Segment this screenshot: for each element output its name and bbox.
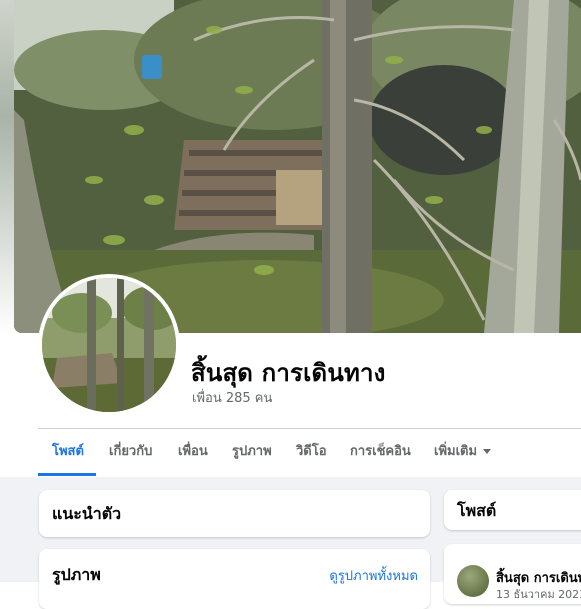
cover-edge — [0, 0, 14, 335]
tab-posts[interactable]: โพสต์ — [52, 429, 84, 476]
intro-title: แนะนำตัว — [52, 504, 122, 523]
avatar-photo — [42, 278, 176, 412]
profile-body: แนะนำตัว รูปภาพ ดูรูปภาพทั้งหมด โพสต์ สิ… — [0, 477, 581, 609]
profile-avatar[interactable] — [42, 278, 176, 412]
tab-photos[interactable]: รูปภาพ — [232, 429, 272, 476]
photos-title: รูปภาพ — [52, 565, 101, 584]
photos-card: รูปภาพ ดูรูปภาพทั้งหมด — [39, 549, 430, 609]
posts-card: โพสต์ — [444, 490, 581, 530]
tab-friends[interactable]: เพื่อน — [178, 429, 208, 476]
tab-about[interactable]: เกี่ยวกับ — [109, 429, 152, 476]
active-tab-indicator — [38, 473, 96, 476]
post-card: สิ้นสุด การเดินทาง 13 ธันวาคม 2023 · ⚙ — [444, 544, 581, 604]
chevron-down-icon — [483, 449, 492, 454]
friends-count[interactable]: เพื่อน 285 คน — [192, 387, 272, 408]
see-all-photos-link[interactable]: ดูรูปภาพทั้งหมด — [329, 565, 418, 586]
tab-more[interactable]: เพิ่มเติม — [434, 429, 492, 476]
posts-title: โพสต์ — [457, 501, 497, 520]
post-date[interactable]: 13 ธันวาคม 2023 · ⚙ — [496, 585, 581, 603]
tab-checkins[interactable]: การเช็คอิน — [350, 429, 411, 476]
post-author-avatar[interactable] — [457, 565, 489, 597]
profile-tabs: โพสต์ เกี่ยวกับ เพื่อน รูปภาพ วิดีโอ การ… — [38, 429, 581, 476]
tab-videos[interactable]: วิดีโอ — [296, 429, 327, 476]
tab-more-label: เพิ่มเติม — [434, 444, 478, 459]
intro-card: แนะนำตัว — [39, 490, 430, 537]
